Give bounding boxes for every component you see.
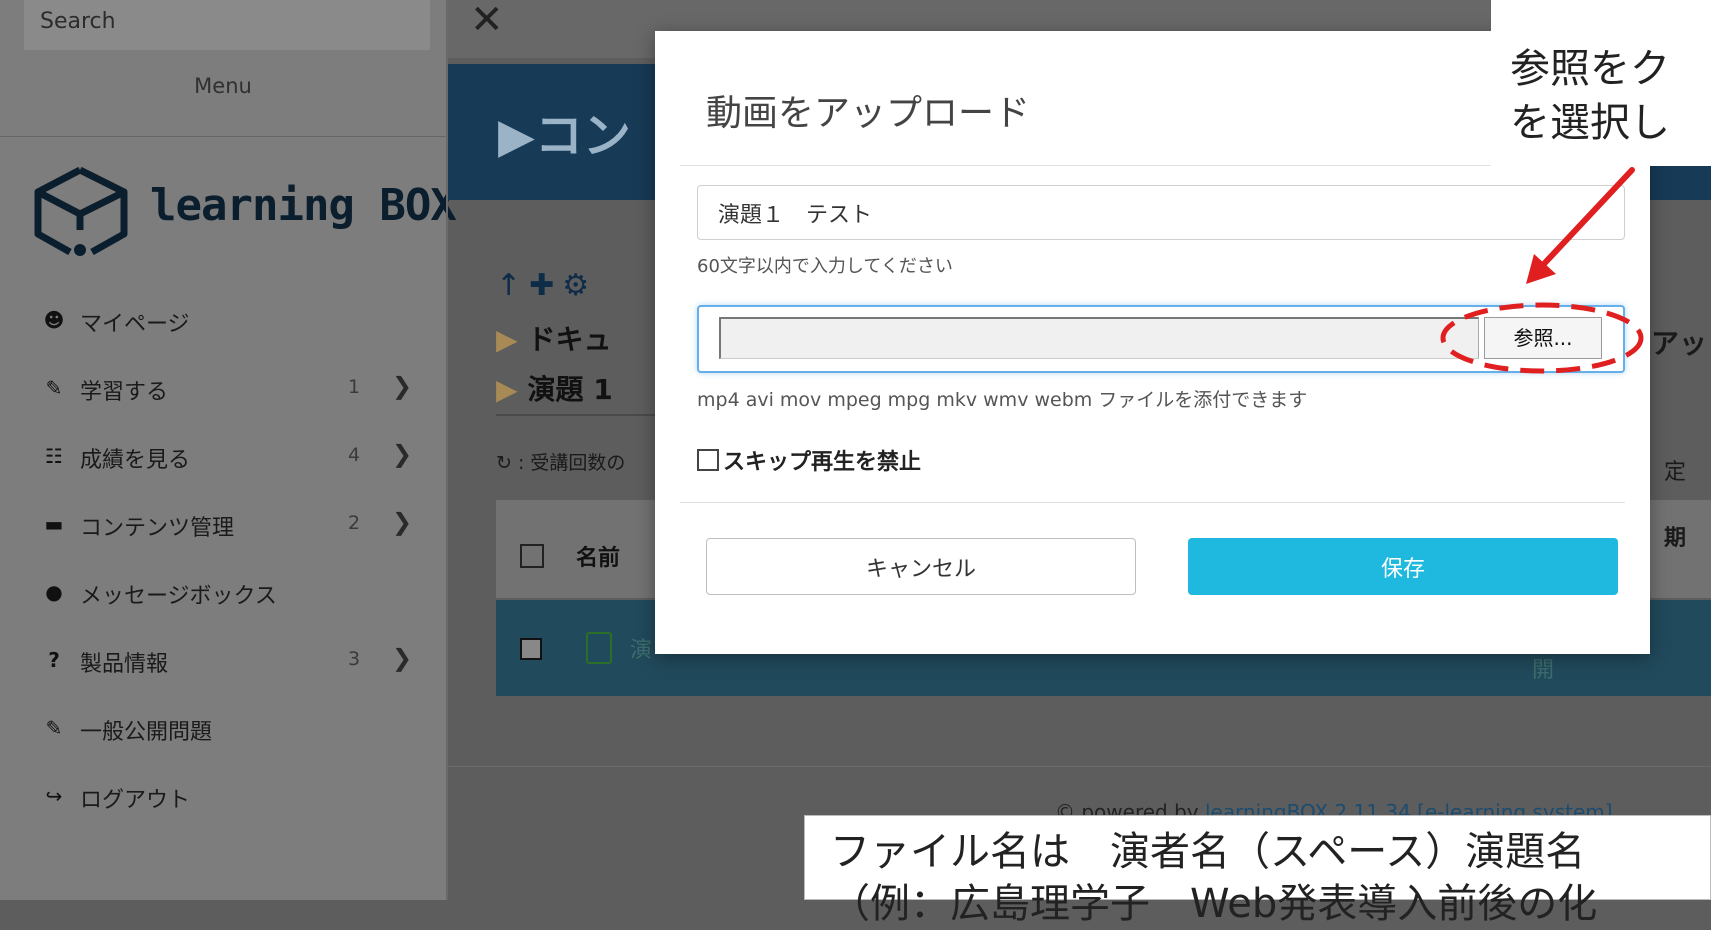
search-input[interactable]: Search — [24, 0, 430, 50]
instruction-text-top: 参照をク を選択し — [1510, 42, 1670, 150]
pencil-icon: ✎ — [45, 376, 63, 400]
sidebar-item-study[interactable]: ✎ 学習する 1 ❯ — [40, 370, 430, 410]
close-icon[interactable]: ✕ — [470, 0, 504, 40]
instruction-line: を選択し — [1510, 100, 1670, 146]
chart-icon: ☷ — [45, 444, 63, 468]
chevron-right-icon: ❯ — [392, 440, 413, 468]
row-checkbox[interactable] — [520, 638, 542, 660]
breadcrumb-divider — [496, 414, 656, 416]
user-icon: ☻ — [43, 308, 65, 332]
breadcrumb-label: 演題 1 — [527, 373, 613, 406]
upload-label-fragment: アッ — [1651, 327, 1708, 360]
sidebar-item-messages[interactable]: ● メッセージボックス — [40, 574, 430, 614]
sidebar-item-label: マイページ — [80, 312, 190, 337]
instruction-text-bottom: ファイル名は 演者名（スペース）演題名 （例：広島理学子 Web発表導入前後の化 — [830, 826, 1597, 930]
page-title: ▶コン — [498, 108, 631, 164]
question-icon: ? — [48, 648, 60, 672]
status-fragment: 開 — [1532, 658, 1555, 683]
settings-label-fragment: 定 — [1664, 460, 1687, 485]
modal-header-divider — [680, 165, 1625, 166]
column-header-name: 名前 — [576, 546, 621, 571]
pencil-icon: ✎ — [45, 716, 63, 740]
row-name[interactable]: 演 — [630, 632, 652, 664]
sidebar-item-label: 一般公開問題 — [80, 720, 213, 745]
repeat-legend: ↻ : 受講回数の — [496, 452, 626, 474]
sidebar-item-public-questions[interactable]: ✎ 一般公開問題 — [40, 710, 430, 750]
logo-dot — [74, 244, 86, 256]
file-path-field[interactable] — [719, 317, 1479, 359]
sidebar-item-label: 製品情報 — [80, 652, 169, 677]
sidebar-item-grades[interactable]: ☷ 成績を見る 4 ❯ — [40, 438, 430, 478]
sidebar-item-label: コンテンツ管理 — [80, 516, 235, 541]
chevron-right-icon: ❯ — [392, 644, 413, 672]
chevron-right-icon: ❯ — [392, 372, 413, 400]
sidebar-divider — [0, 136, 446, 137]
sidebar-item-mypage[interactable]: ☻ マイページ — [40, 302, 430, 342]
comments-icon: ● — [45, 580, 63, 604]
sidebar-item-count: 2 — [348, 512, 361, 534]
logout-icon: ↪ — [45, 784, 63, 808]
title-hint: 60文字以内で入力してください — [697, 256, 953, 277]
file-type-hint: mp4 avi mov mpeg mpg mkv wmv webm ファイルを添… — [697, 389, 1308, 411]
sidebar-item-logout[interactable]: ↪ ログアウト — [40, 778, 430, 818]
chevron-right-icon: ❯ — [392, 508, 413, 536]
breadcrumb-item[interactable]: ▶ ドキュ — [496, 318, 612, 358]
logo-box-icon — [34, 166, 128, 256]
folder-icon: ▬ — [44, 512, 64, 536]
instruction-line: （例：広島理学子 Web発表導入前後の化 — [830, 881, 1598, 927]
folder-icon: ▶ — [496, 373, 518, 406]
save-button[interactable]: 保存 — [1188, 538, 1618, 595]
checkbox-icon[interactable] — [697, 449, 719, 471]
select-all-checkbox[interactable] — [520, 544, 544, 568]
folder-icon: ▶ — [496, 323, 518, 356]
skip-playback-checkbox[interactable]: スキップ再生を禁止 — [697, 444, 921, 476]
sidebar-item-label: 成績を見る — [80, 448, 191, 473]
sidebar-item-product-info[interactable]: ? 製品情報 3 ❯ — [40, 642, 430, 682]
browse-button[interactable]: 参照... — [1484, 317, 1602, 359]
breadcrumb-label: ドキュ — [527, 323, 612, 356]
toolbar-icons[interactable]: ↑✚⚙ — [496, 268, 597, 303]
instruction-line: 参照をク — [1510, 46, 1670, 92]
sidebar-item-label: 学習する — [80, 380, 169, 405]
logo-text: learning BOX — [150, 180, 457, 231]
sidebar-item-count: 3 — [348, 648, 361, 670]
period-header-fragment: 期 — [1664, 526, 1687, 551]
skip-playback-label: スキップ再生を禁止 — [723, 450, 922, 475]
menu-title: Menu — [194, 74, 252, 98]
sidebar-item-label: ログアウト — [80, 788, 191, 813]
sidebar-item-label: メッセージボックス — [80, 584, 277, 609]
cancel-button[interactable]: キャンセル — [706, 538, 1136, 595]
instruction-line: ファイル名は 演者名（スペース）演題名 — [830, 829, 1586, 875]
sidebar-item-contents[interactable]: ▬ コンテンツ管理 2 ❯ — [40, 506, 430, 546]
video-title-input[interactable] — [697, 185, 1625, 240]
sidebar-item-count: 4 — [348, 444, 361, 466]
video-file-icon — [586, 632, 612, 664]
modal-title: 動画をアップロード — [706, 93, 1031, 134]
modal-footer-divider — [680, 502, 1625, 503]
breadcrumb-item[interactable]: ▶ 演題 1 — [496, 368, 613, 408]
sidebar-item-count: 1 — [348, 376, 361, 398]
footer-divider — [448, 766, 1711, 767]
